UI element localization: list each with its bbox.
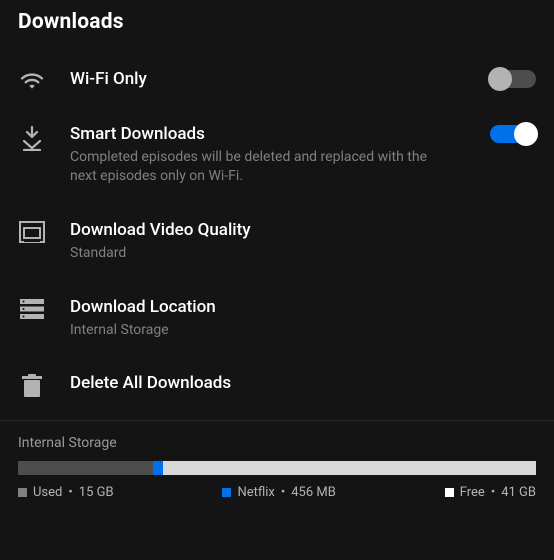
- video-quality-title: Download Video Quality: [70, 219, 536, 242]
- legend-free-label: Free: [460, 485, 485, 500]
- row-video-quality[interactable]: Download Video Quality Standard: [0, 203, 554, 280]
- wifi-icon: [18, 68, 46, 90]
- legend-netflix: Netflix • 456 MB: [222, 485, 335, 500]
- storage-legend: Used • 15 GB Netflix • 456 MB Free • 41 …: [18, 485, 536, 500]
- storage-bar-free: [163, 461, 536, 475]
- settings-list: Wi-Fi Only Smart Downloads Completed epi…: [0, 52, 554, 414]
- storage-bar-netflix: [153, 461, 163, 475]
- row-delete-all[interactable]: Delete All Downloads: [0, 356, 554, 414]
- legend-used-value: 15 GB: [79, 485, 114, 500]
- row-text: Smart Downloads Completed episodes will …: [70, 123, 466, 187]
- delete-all-title: Delete All Downloads: [70, 372, 536, 395]
- legend-used: Used • 15 GB: [18, 485, 114, 500]
- smart-download-icon: [18, 123, 46, 151]
- wifi-only-title: Wi-Fi Only: [70, 68, 466, 91]
- legend-free: Free • 41 GB: [445, 485, 536, 500]
- toggle-knob: [488, 67, 512, 91]
- video-quality-icon: [18, 219, 46, 243]
- row-wifi-only[interactable]: Wi-Fi Only: [0, 52, 554, 107]
- legend-free-value: 41 GB: [501, 485, 536, 500]
- header: Downloads: [0, 0, 554, 52]
- legend-netflix-value: 456 MB: [291, 485, 336, 500]
- download-location-title: Download Location: [70, 296, 536, 319]
- trash-icon: [18, 372, 46, 398]
- smart-downloads-toggle[interactable]: [490, 125, 536, 143]
- swatch-used: [18, 488, 27, 497]
- row-smart-downloads[interactable]: Smart Downloads Completed episodes will …: [0, 107, 554, 203]
- page-title: Downloads: [18, 10, 536, 34]
- smart-downloads-title: Smart Downloads: [70, 123, 466, 146]
- legend-used-label: Used: [33, 485, 62, 500]
- row-text: Delete All Downloads: [70, 372, 536, 395]
- row-control: [490, 68, 536, 88]
- row-control: [490, 123, 536, 143]
- storage-bar: [18, 461, 536, 475]
- row-text: Wi-Fi Only: [70, 68, 466, 91]
- swatch-free: [445, 488, 454, 497]
- smart-downloads-subtitle: Completed episodes will be deleted and r…: [70, 148, 450, 187]
- toggle-knob: [514, 122, 538, 146]
- row-text: Download Video Quality Standard: [70, 219, 536, 264]
- legend-dot: •: [281, 485, 285, 500]
- storage-bar-used: [18, 461, 153, 475]
- wifi-only-toggle[interactable]: [490, 70, 536, 88]
- legend-dot: •: [68, 485, 72, 500]
- storage-section: Internal Storage Used • 15 GB Netflix • …: [0, 421, 554, 512]
- legend-netflix-label: Netflix: [237, 485, 274, 500]
- row-text: Download Location Internal Storage: [70, 296, 536, 341]
- video-quality-value: Standard: [70, 244, 450, 264]
- row-download-location[interactable]: Download Location Internal Storage: [0, 280, 554, 357]
- storage-label: Internal Storage: [18, 435, 536, 451]
- swatch-netflix: [222, 488, 231, 497]
- legend-dot: •: [491, 485, 495, 500]
- storage-icon: [18, 296, 46, 320]
- download-location-value: Internal Storage: [70, 321, 450, 341]
